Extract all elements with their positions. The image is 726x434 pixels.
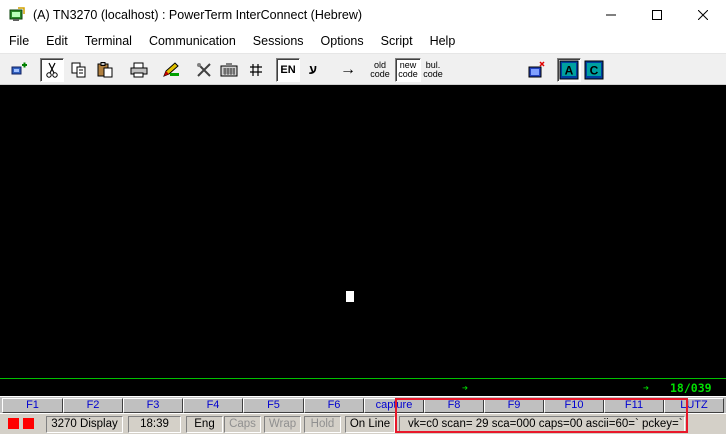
copy-icon <box>71 62 86 78</box>
terminal-cursor <box>346 291 354 302</box>
menu-help[interactable]: Help <box>421 30 464 52</box>
session-a-letter: A <box>565 64 574 78</box>
menu-file[interactable]: File <box>0 30 38 52</box>
menu-script[interactable]: Script <box>372 30 421 52</box>
macro-icon <box>528 61 545 78</box>
menu-communication[interactable]: Communication <box>140 30 244 52</box>
grid-icon <box>250 64 262 76</box>
hebrew-language-button[interactable]: ע <box>303 58 323 82</box>
english-language-button[interactable]: EN <box>276 58 300 82</box>
english-language-label: EN <box>280 64 296 76</box>
maximize-button[interactable] <box>634 0 680 30</box>
session-c-button[interactable]: C <box>583 58 605 82</box>
paste-button[interactable] <box>94 58 116 82</box>
copy-button[interactable] <box>68 58 90 82</box>
keyboard-icon <box>220 63 238 77</box>
paste-icon <box>97 62 113 78</box>
status-caps: Caps <box>224 416 261 433</box>
old-code-label-2: code <box>370 69 390 79</box>
status-time: 18:39 <box>128 416 181 433</box>
input-arrow-indicator-2: ➔ <box>643 383 650 394</box>
status-wrap: Wrap <box>264 416 301 433</box>
session-a-button[interactable]: A <box>557 58 581 82</box>
terminal-app-icon <box>9 7 25 21</box>
fkey-f2[interactable]: F2 <box>63 398 123 413</box>
operator-info-line <box>0 378 726 379</box>
session-c-letter: C <box>590 64 599 78</box>
status-hold: Hold <box>304 416 341 433</box>
grid-button[interactable] <box>246 58 266 82</box>
direction-arrow-label: → <box>340 61 356 78</box>
bul-code-label-2: code <box>423 69 443 79</box>
menu-sessions[interactable]: Sessions <box>244 30 312 52</box>
macro-button[interactable] <box>526 58 548 82</box>
pencil-button[interactable] <box>160 58 182 82</box>
old-code-button[interactable]: old code <box>368 58 392 82</box>
terminal-screen[interactable]: ➔ ➔ 18/039 <box>0 85 726 396</box>
fkey-f4[interactable]: F4 <box>183 398 243 413</box>
bul-code-button[interactable]: bul. code <box>421 58 445 82</box>
status-online: On Line <box>345 416 395 433</box>
highlight-box <box>395 398 688 433</box>
cut-button[interactable] <box>40 58 64 82</box>
connect-icon <box>11 62 27 75</box>
menu-terminal[interactable]: Terminal <box>76 30 140 52</box>
new-code-button[interactable]: new code <box>395 58 421 82</box>
minimize-icon <box>606 14 616 16</box>
fkey-f3[interactable]: F3 <box>123 398 183 413</box>
status-display: 3270 Display <box>46 416 123 433</box>
direction-button[interactable]: → <box>336 58 360 82</box>
fkey-f6[interactable]: F6 <box>304 398 364 413</box>
window-title: (A) TN3270 (localhost) : PowerTerm Inter… <box>33 8 363 22</box>
close-icon <box>698 10 708 20</box>
connect-button[interactable] <box>9 58 31 82</box>
pencil-icon <box>163 62 179 77</box>
fkey-f1[interactable]: F1 <box>2 398 63 413</box>
session-a-icon: A <box>559 60 579 80</box>
minimize-button[interactable] <box>588 0 634 30</box>
menu-bar: File Edit Terminal Communication Session… <box>0 30 726 52</box>
menu-options[interactable]: Options <box>312 30 372 52</box>
cursor-position: 18/039 <box>670 381 712 395</box>
session-c-icon: C <box>584 60 604 80</box>
hebrew-language-label: ע <box>308 62 318 77</box>
maximize-icon <box>652 10 662 20</box>
status-lang: Eng <box>186 416 223 433</box>
new-code-label-2: code <box>398 69 418 79</box>
close-button[interactable] <box>680 0 726 30</box>
input-arrow-indicator-1: ➔ <box>462 383 469 394</box>
status-led-1 <box>8 418 19 429</box>
print-button[interactable] <box>128 58 150 82</box>
status-led-2 <box>23 418 34 429</box>
cut-icon <box>46 62 58 78</box>
fkey-f5[interactable]: F5 <box>243 398 304 413</box>
keyboard-button[interactable] <box>218 58 240 82</box>
toolbar: EN ע → old code new code bul. code A C <box>0 53 726 85</box>
print-icon <box>130 62 148 78</box>
menu-edit[interactable]: Edit <box>38 30 77 52</box>
tools-button[interactable] <box>193 58 215 82</box>
title-bar: (A) TN3270 (localhost) : PowerTerm Inter… <box>0 0 726 30</box>
tools-icon <box>197 63 211 77</box>
